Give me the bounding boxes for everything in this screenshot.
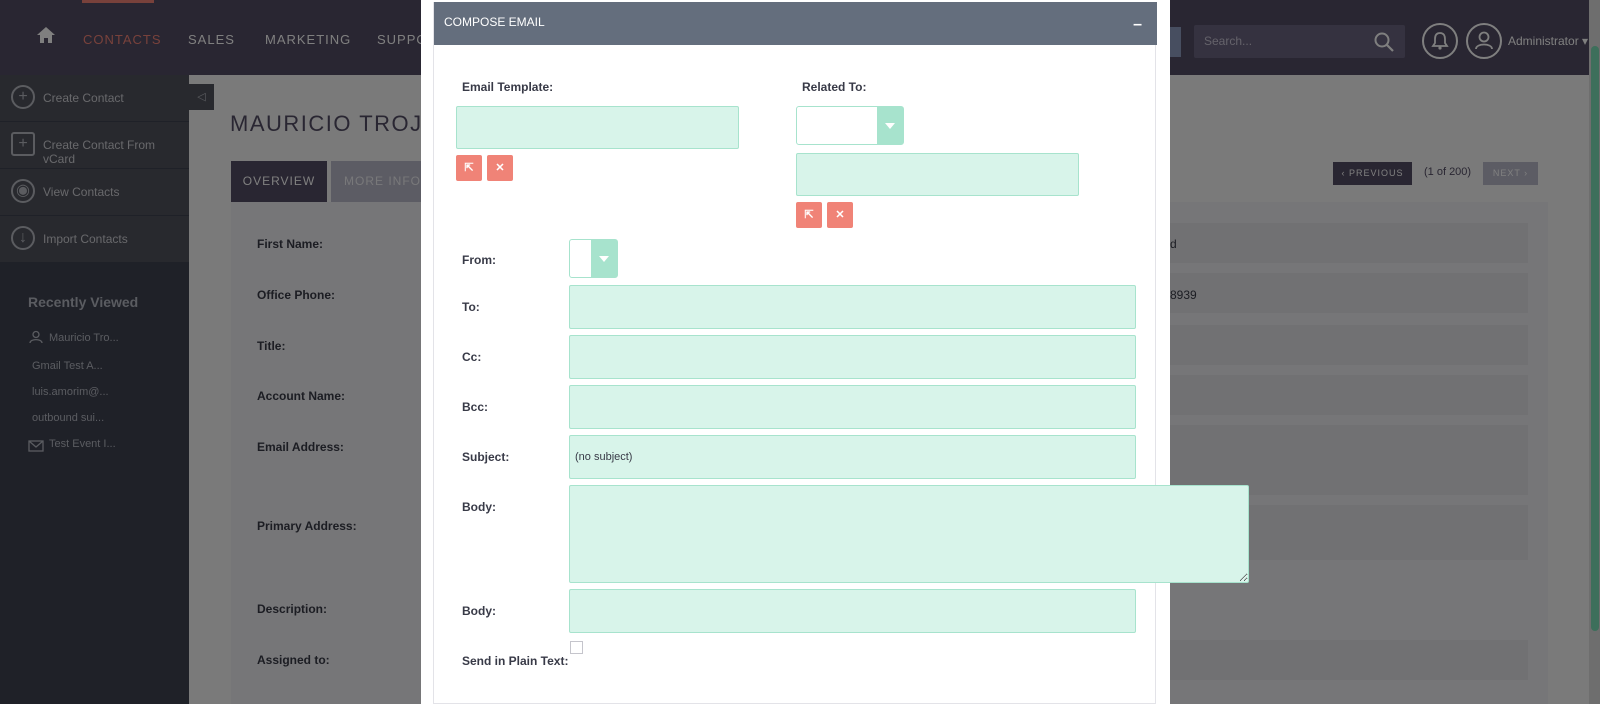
modal-title: COMPOSE EMAIL [444, 15, 545, 29]
subject-field[interactable] [569, 435, 1136, 479]
clear-template-button[interactable]: ✕ [487, 155, 513, 181]
email-template-label: Email Template: [462, 80, 554, 94]
chevron-down-icon [877, 107, 903, 144]
body-html-field[interactable] [569, 589, 1136, 633]
bcc-field[interactable] [569, 385, 1136, 429]
body-label: Body: [462, 500, 496, 514]
send-plain-text-checkbox[interactable] [570, 641, 583, 654]
cc-field[interactable] [569, 335, 1136, 379]
minimize-button[interactable]: – [1133, 16, 1142, 34]
subject-label: Subject: [462, 450, 510, 464]
send-plain-text-label: Send in Plain Text: [462, 654, 569, 668]
page-scrollbar-thumb[interactable] [1591, 46, 1599, 631]
body-html-label: Body: [462, 604, 496, 618]
email-template-input[interactable] [456, 106, 739, 149]
related-to-label: Related To: [802, 80, 867, 94]
clear-related-button[interactable]: ✕ [827, 202, 853, 228]
body-textarea[interactable] [569, 485, 1249, 583]
from-select[interactable] [569, 239, 618, 278]
related-to-type-select[interactable] [796, 106, 904, 145]
compose-email-modal: COMPOSE EMAIL – Email Template: ⇱ ✕ Rela… [421, 0, 1249, 704]
to-field[interactable] [569, 285, 1136, 329]
related-to-input[interactable] [796, 153, 1079, 196]
modal-content: COMPOSE EMAIL – Email Template: ⇱ ✕ Rela… [433, 2, 1249, 704]
select-related-button[interactable]: ⇱ [796, 202, 822, 228]
modal-header: COMPOSE EMAIL – [434, 2, 1157, 45]
bcc-label: Bcc: [462, 400, 489, 414]
cc-label: Cc: [462, 350, 482, 364]
select-template-button[interactable]: ⇱ [456, 155, 482, 181]
from-label: From: [462, 253, 496, 267]
chevron-down-icon [591, 240, 617, 277]
to-label: To: [462, 300, 480, 314]
